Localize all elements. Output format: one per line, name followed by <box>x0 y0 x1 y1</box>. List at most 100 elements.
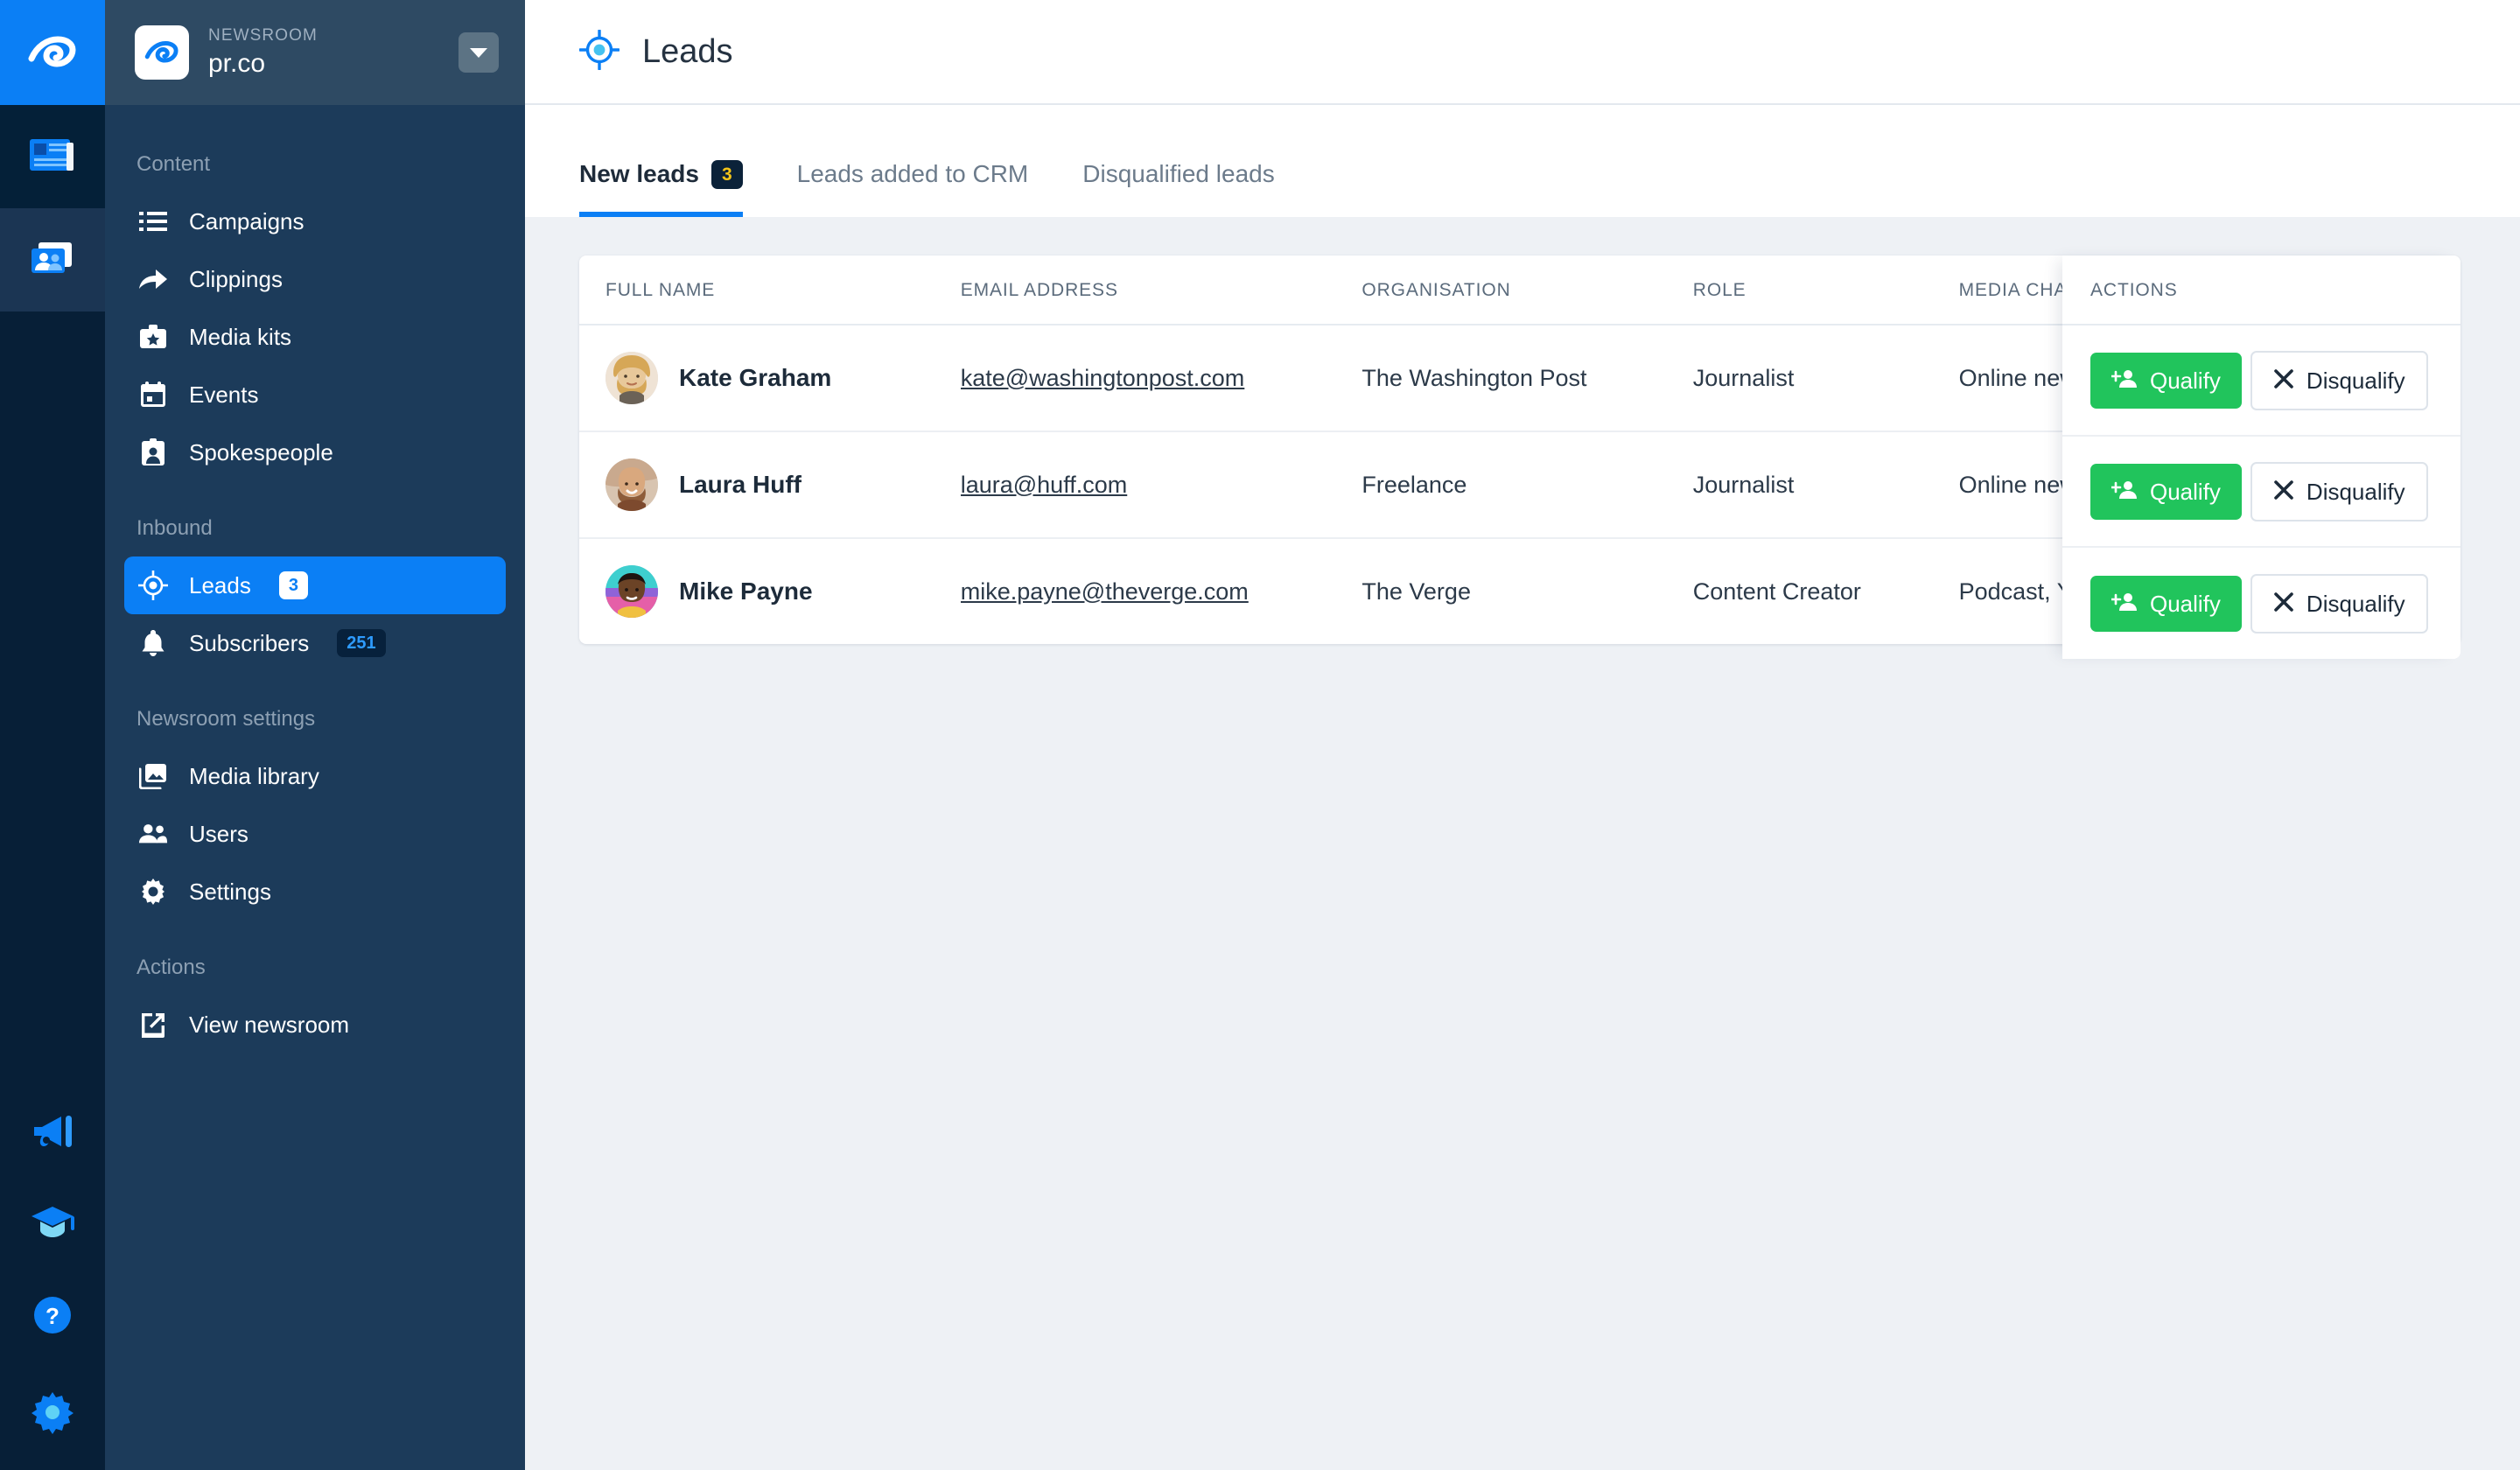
tab-label: Leads added to CRM <box>796 160 1029 188</box>
close-x-icon <box>2273 368 2294 393</box>
help-circle-icon[interactable]: ? <box>29 1292 76 1343</box>
tab-disqualified-leads[interactable]: Disqualified leads <box>1082 159 1274 217</box>
disqualify-button[interactable]: Disqualify <box>2250 350 2428 410</box>
actions-row: Qualify Disqualify <box>2062 548 2460 659</box>
qualify-button[interactable]: Qualify <box>2090 575 2242 632</box>
person-add-icon <box>2110 368 2138 393</box>
sidebar-badge-subscribers: 251 <box>337 629 386 657</box>
email-link[interactable]: mike.payne@theverge.com <box>961 578 1249 605</box>
sidebar-item-label: Media library <box>189 763 319 789</box>
prco-mark-icon <box>135 25 189 80</box>
tab-leads-added-to-crm[interactable]: Leads added to CRM <box>797 159 1029 217</box>
app-root: ? NEWSROOM pr.co Content Campaigns Clipp… <box>0 0 2520 1470</box>
sidebar-item-clippings[interactable]: Clippings <box>124 250 506 308</box>
close-x-icon <box>2273 592 2294 616</box>
page-title: Leads <box>642 32 733 70</box>
col-header-role: ROLE <box>1692 256 1959 326</box>
rail-item-newspaper[interactable] <box>0 105 105 208</box>
icon-rail: ? <box>0 0 105 1470</box>
lead-name: Laura Huff <box>679 471 802 498</box>
sidebar-item-media-kits[interactable]: Media kits <box>124 308 506 366</box>
actions-row: Qualify Disqualify <box>2062 437 2460 548</box>
leads-table-region: FULL NAME EMAIL ADDRESS ORGANISATION ROL… <box>525 217 2520 1470</box>
cell-full-name: Mike Payne <box>579 538 961 644</box>
newsroom-name: pr.co <box>208 49 266 79</box>
col-header-full-name: FULL NAME <box>579 256 961 326</box>
target-icon <box>578 28 620 74</box>
disqualify-button[interactable]: Disqualify <box>2250 461 2428 522</box>
gear-icon <box>138 877 168 906</box>
col-header-actions: ACTIONS <box>2062 256 2460 326</box>
sidebar-item-spokespeople[interactable]: Spokespeople <box>124 424 506 481</box>
cell-role: Journalist <box>1692 325 1959 432</box>
sidebar-badge-leads: 3 <box>278 571 308 599</box>
lead-name: Mike Payne <box>679 578 813 605</box>
people-icon <box>138 819 168 849</box>
qualify-button[interactable]: Qualify <box>2090 463 2242 520</box>
id-badge-icon <box>138 438 168 467</box>
sidebar-nav: Content Campaigns Clippings Media kits E… <box>105 105 525 1054</box>
contacts-card-icon <box>28 237 77 284</box>
sidebar: NEWSROOM pr.co Content Campaigns Clippin… <box>105 0 525 1470</box>
qualify-button[interactable]: Qualify <box>2090 352 2242 409</box>
cell-organisation: The Verge <box>1362 578 1471 605</box>
disqualify-button[interactable]: Disqualify <box>2250 573 2428 634</box>
cell-role: Content Creator <box>1692 578 1861 605</box>
cell-email: mike.payne@theverge.com <box>961 538 1362 644</box>
email-link[interactable]: laura@huff.com <box>961 472 1128 498</box>
tab-new-leads[interactable]: New leads 3 <box>579 159 743 217</box>
sidebar-section-newsroom-settings: Newsroom settings <box>136 707 316 731</box>
disqualify-label: Disqualify <box>2306 590 2405 617</box>
sidebar-item-label: Settings <box>189 878 271 905</box>
calendar-icon <box>138 380 168 410</box>
newsroom-text: NEWSROOM pr.co <box>208 24 439 80</box>
sidebar-item-subscribers[interactable]: Subscribers 251 <box>124 614 506 672</box>
disqualify-label: Disqualify <box>2306 478 2405 505</box>
cell-organisation: Freelance <box>1362 431 1693 539</box>
sidebar-item-settings[interactable]: Settings <box>124 863 506 920</box>
leads-table-card: FULL NAME EMAIL ADDRESS ORGANISATION ROL… <box>579 256 2460 659</box>
avatar <box>606 565 658 618</box>
lead-name: Kate Graham <box>679 364 832 391</box>
actions-row: Qualify Disqualify <box>2062 326 2460 437</box>
tab-label: New leads <box>579 160 699 188</box>
sidebar-item-events[interactable]: Events <box>124 366 506 424</box>
col-header-email-address: EMAIL ADDRESS <box>960 256 1362 326</box>
cell-organisation: The Washington Post <box>1362 325 1693 432</box>
megaphone-icon[interactable] <box>29 1111 76 1156</box>
actions-sticky-panel: ACTIONS Qualify Disqualify Qualify Disqu… <box>2062 256 2460 659</box>
person-add-icon <box>2110 480 2138 504</box>
newsroom-switcher[interactable]: NEWSROOM pr.co <box>105 0 525 105</box>
graduation-cap-icon[interactable] <box>29 1201 76 1246</box>
gear-icon[interactable] <box>29 1389 76 1440</box>
sidebar-item-view-newsroom[interactable]: View newsroom <box>124 996 506 1054</box>
sidebar-item-leads[interactable]: Leads 3 <box>124 556 506 614</box>
avatar <box>606 352 658 404</box>
briefcase-star-icon <box>138 322 168 352</box>
sidebar-item-label: Events <box>189 382 259 408</box>
qualify-label: Qualify <box>2150 478 2221 505</box>
rail-item-contacts[interactable] <box>0 208 105 312</box>
bell-icon <box>138 628 168 658</box>
close-x-icon <box>2273 480 2294 504</box>
cell-email: laura@huff.com <box>960 431 1362 539</box>
email-link[interactable]: kate@washingtonpost.com <box>961 365 1245 391</box>
sidebar-item-campaigns[interactable]: Campaigns <box>124 192 506 250</box>
sidebar-section-actions: Actions <box>136 956 206 979</box>
sidebar-item-label: Users <box>189 821 248 847</box>
tab-label: Disqualified leads <box>1082 160 1275 188</box>
share-arrow-icon <box>138 264 168 294</box>
tab-badge-count: 3 <box>710 159 743 189</box>
cell-full-name: Kate Graham <box>579 325 961 432</box>
list-icon <box>138 206 168 236</box>
image-icon <box>138 761 168 791</box>
sidebar-item-media-library[interactable]: Media library <box>124 747 506 805</box>
sidebar-section-content: Content <box>136 152 211 176</box>
sidebar-item-users[interactable]: Users <box>124 805 506 863</box>
sidebar-item-label: Spokespeople <box>189 439 333 466</box>
sidebar-section-inbound: Inbound <box>136 516 213 540</box>
tabs-bar: New leads 3 Leads added to CRM Disqualif… <box>525 105 2520 217</box>
prco-logo-icon[interactable] <box>0 0 105 105</box>
sidebar-item-label: Media kits <box>189 324 292 350</box>
chevron-down-icon[interactable] <box>458 32 499 73</box>
